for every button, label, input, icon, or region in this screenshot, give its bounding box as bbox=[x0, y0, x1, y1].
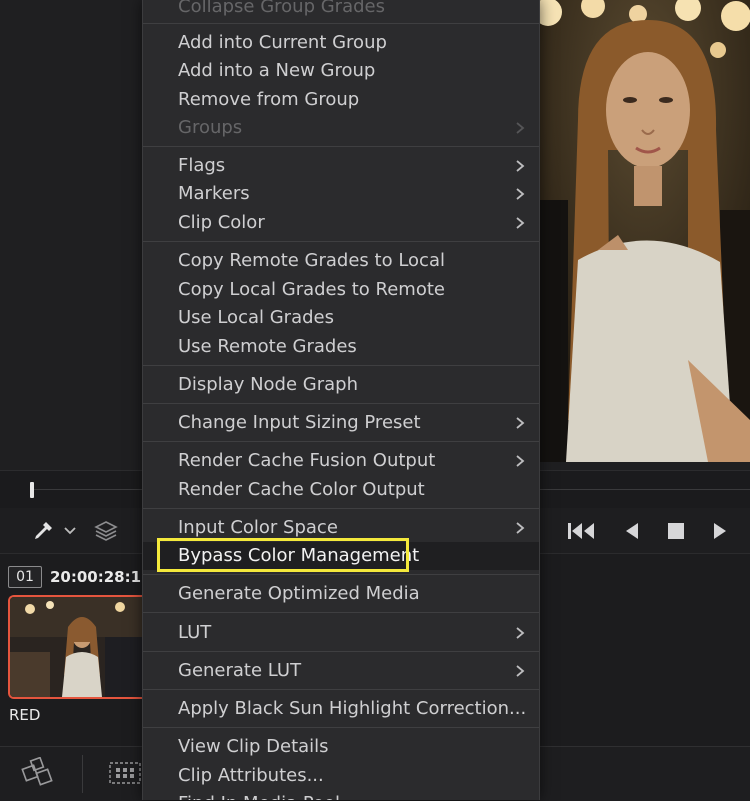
chevron-right-icon bbox=[516, 522, 525, 534]
menu-separator bbox=[143, 241, 539, 242]
menu-item-change-input-sizing-preset[interactable]: Change Input Sizing Preset bbox=[143, 409, 539, 437]
menu-item-lut[interactable]: LUT bbox=[143, 619, 539, 647]
play-reverse-icon[interactable] bbox=[616, 518, 648, 544]
grid-icon[interactable] bbox=[108, 759, 142, 787]
toolbar-divider bbox=[82, 755, 83, 793]
stop-icon[interactable] bbox=[660, 518, 692, 544]
chevron-right-icon bbox=[516, 188, 525, 200]
menu-separator bbox=[143, 365, 539, 366]
menu-separator bbox=[143, 574, 539, 575]
menu-item-clip-color[interactable]: Clip Color bbox=[143, 209, 539, 237]
menu-item-add-into-current-group[interactable]: Add into Current Group bbox=[143, 29, 539, 57]
viewer-left-panel bbox=[0, 0, 142, 470]
menu-item-copy-local-grades-to-remote[interactable]: Copy Local Grades to Remote bbox=[143, 276, 539, 304]
viewer-image bbox=[538, 0, 750, 462]
menu-separator bbox=[143, 23, 539, 24]
menu-item-flags[interactable]: Flags bbox=[143, 152, 539, 180]
chevron-right-icon bbox=[516, 455, 525, 467]
menu-item-use-remote-grades[interactable]: Use Remote Grades bbox=[143, 333, 539, 361]
menu-item-bypass-color-management[interactable]: Bypass Color Management bbox=[143, 542, 539, 570]
menu-item-view-clip-details[interactable]: View Clip Details bbox=[143, 733, 539, 761]
menu-separator bbox=[143, 146, 539, 147]
menu-item-use-local-grades[interactable]: Use Local Grades bbox=[143, 304, 539, 332]
menu-separator bbox=[143, 441, 539, 442]
menu-item-remove-from-group[interactable]: Remove from Group bbox=[143, 86, 539, 114]
menu-separator bbox=[143, 612, 539, 613]
menu-separator bbox=[143, 508, 539, 509]
menu-item-generate-lut[interactable]: Generate LUT bbox=[143, 657, 539, 685]
menu-item-markers[interactable]: Markers bbox=[143, 180, 539, 208]
nodes-icon[interactable] bbox=[20, 756, 60, 791]
chevron-down-icon[interactable] bbox=[62, 522, 78, 540]
chevron-right-icon bbox=[516, 122, 525, 134]
menu-item-copy-remote-grades-to-local[interactable]: Copy Remote Grades to Local bbox=[143, 247, 539, 275]
chevron-right-icon bbox=[516, 627, 525, 639]
chevron-right-icon bbox=[516, 217, 525, 229]
transport-controls bbox=[538, 508, 750, 553]
right-lower-panel bbox=[538, 554, 750, 746]
playhead-handle[interactable] bbox=[30, 482, 34, 498]
clip-label: RED bbox=[9, 706, 41, 724]
menu-item-render-cache-color-output[interactable]: Render Cache Color Output bbox=[143, 476, 539, 504]
menu-item-render-cache-fusion-output[interactable]: Render Cache Fusion Output bbox=[143, 447, 539, 475]
skip-to-start-icon[interactable] bbox=[566, 518, 598, 544]
viewer-bottom-gap bbox=[538, 462, 750, 470]
menu-separator bbox=[143, 727, 539, 728]
clip-thumbnail[interactable] bbox=[8, 595, 144, 699]
menu-item-clip-attributes[interactable]: Clip Attributes... bbox=[143, 762, 539, 790]
eyedropper-icon[interactable] bbox=[30, 518, 56, 544]
menu-separator bbox=[143, 689, 539, 690]
play-icon[interactable] bbox=[704, 518, 736, 544]
menu-separator bbox=[143, 651, 539, 652]
menu-item-apply-black-sun-highlight-correction[interactable]: Apply Black Sun Highlight Correction... bbox=[143, 695, 539, 723]
menu-item-groups: Groups bbox=[143, 114, 539, 142]
menu-separator bbox=[143, 403, 539, 404]
menu-item-collapse-group-grades: Collapse Group Grades bbox=[178, 0, 385, 17]
menu-item-generate-optimized-media[interactable]: Generate Optimized Media bbox=[143, 580, 539, 608]
menu-item-input-color-space[interactable]: Input Color Space bbox=[143, 514, 539, 542]
menu-item-find-in-media-pool[interactable]: Find In Media Pool bbox=[143, 790, 539, 800]
menu-item-add-into-new-group[interactable]: Add into a New Group bbox=[143, 57, 539, 85]
layers-icon[interactable] bbox=[92, 518, 120, 544]
clip-timecode: 20:00:28:15 bbox=[50, 568, 142, 586]
chevron-right-icon bbox=[516, 665, 525, 677]
menu-item-display-node-graph[interactable]: Display Node Graph bbox=[143, 371, 539, 399]
chevron-right-icon bbox=[516, 160, 525, 172]
clip-panel: 01 20:00:28:15 RED bbox=[0, 554, 144, 746]
clip-number-badge: 01 bbox=[8, 566, 42, 588]
chevron-right-icon bbox=[516, 417, 525, 429]
context-menu: Collapse Group Grades Add into Current G… bbox=[142, 0, 540, 800]
